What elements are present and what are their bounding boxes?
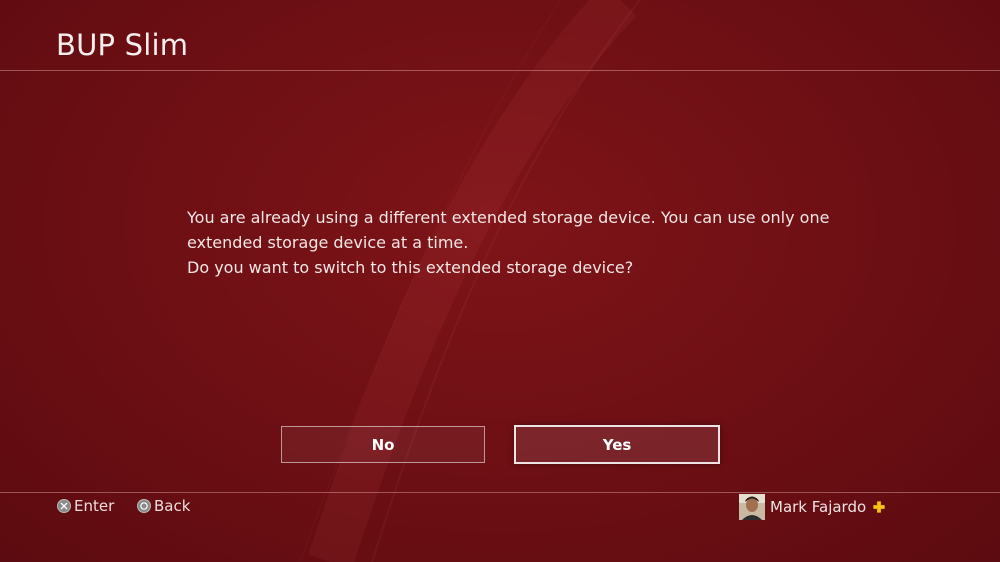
footer-divider	[0, 492, 1000, 493]
user-avatar	[739, 494, 765, 520]
no-button[interactable]: No	[281, 426, 485, 463]
message-line: extended storage device at a time.	[187, 233, 469, 252]
playstation-plus-icon	[873, 501, 885, 513]
dialog-message: You are already using a different extend…	[187, 205, 847, 280]
yes-button[interactable]: Yes	[514, 425, 720, 464]
enter-hint-label: Enter	[74, 497, 115, 515]
user-info: Mark Fajardo	[739, 494, 885, 520]
header-divider	[0, 70, 1000, 71]
user-name: Mark Fajardo	[770, 498, 867, 516]
message-line: You are already using a different extend…	[187, 208, 830, 227]
message-line: Do you want to switch to this extended s…	[187, 258, 634, 277]
cross-button-icon	[57, 499, 71, 513]
circle-button-icon	[137, 499, 151, 513]
back-hint: Back	[137, 497, 190, 515]
page-title: BUP Slim	[56, 28, 189, 62]
background-wave	[299, 0, 641, 562]
enter-hint: Enter	[57, 497, 114, 515]
back-hint-label: Back	[154, 497, 191, 515]
